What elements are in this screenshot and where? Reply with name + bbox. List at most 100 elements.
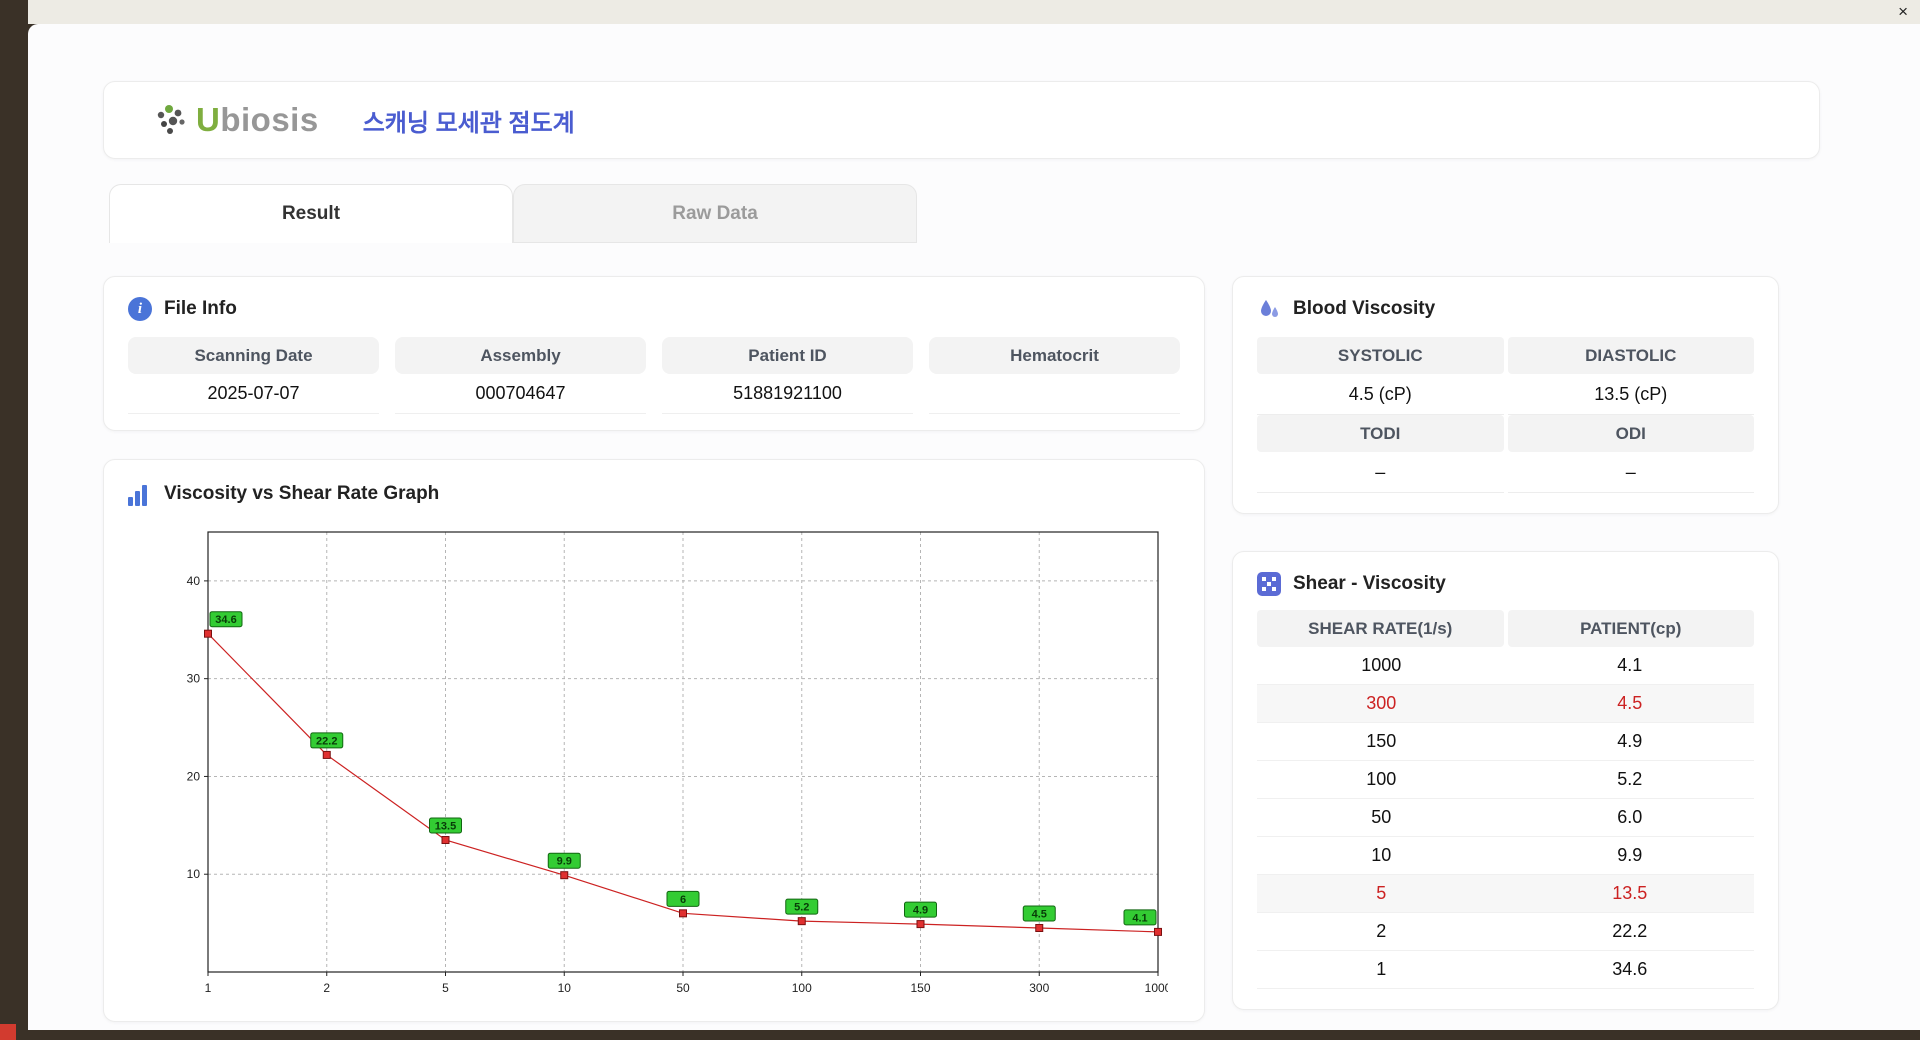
- logo-u: U: [196, 101, 221, 138]
- bv-label: ODI: [1507, 415, 1754, 452]
- bv-value: 4.5 (cP): [1257, 374, 1504, 415]
- svg-text:34.6: 34.6: [215, 614, 236, 626]
- svg-text:1: 1: [205, 981, 212, 995]
- svg-text:4.5: 4.5: [1032, 909, 1047, 921]
- shear-viscosity-card: Shear - Viscosity SHEAR RATE(1/s) PATIEN…: [1232, 551, 1779, 1010]
- bv-label: DIASTOLIC: [1507, 337, 1754, 374]
- svg-text:10: 10: [558, 981, 572, 995]
- bv-label: SYSTOLIC: [1257, 337, 1504, 374]
- cell-shear-rate: 1: [1257, 951, 1506, 989]
- graph-title: Viscosity vs Shear Rate Graph: [164, 483, 440, 504]
- file-info-title: File Info: [164, 298, 237, 319]
- field-label: Assembly: [395, 337, 646, 374]
- svg-text:40: 40: [187, 574, 201, 588]
- svg-text:2: 2: [323, 981, 330, 995]
- graph-card: Viscosity vs Shear Rate Graph 10 20 30 40 1 2…: [103, 459, 1205, 1022]
- svg-text:30: 30: [187, 672, 201, 686]
- table-row: 2 22.2: [1257, 913, 1754, 951]
- viscosity-chart: 10 20 30 40 1 2 5 10 50 100 150 300 1000 34.6 22.2 13.5…: [128, 520, 1180, 1017]
- table-row: 1000 4.1: [1257, 647, 1754, 685]
- main-panel: Ubiosis 스캐닝 모세관 점도계 Result Raw Data i Fi…: [28, 24, 1920, 1030]
- cell-patient: 22.2: [1505, 913, 1754, 951]
- table-row: 100 5.2: [1257, 761, 1754, 799]
- cell-patient: 4.9: [1505, 723, 1754, 761]
- svg-text:9.9: 9.9: [557, 856, 572, 868]
- table-header-row: SHEAR RATE(1/s) PATIENT(cp): [1257, 610, 1754, 647]
- file-info-field: Scanning Date 2025-07-07: [128, 337, 379, 414]
- cell-patient: 4.1: [1505, 647, 1754, 685]
- svg-text:6: 6: [680, 894, 686, 906]
- table-row: 150 4.9: [1257, 723, 1754, 761]
- svg-text:10: 10: [187, 867, 201, 881]
- droplet-icon: [1261, 300, 1278, 317]
- column-header-shear-rate: SHEAR RATE(1/s): [1257, 610, 1504, 647]
- bv-value-row: – –: [1257, 452, 1754, 493]
- field-value: 000704647: [395, 374, 646, 414]
- svg-text:4.9: 4.9: [913, 905, 928, 917]
- table-body: 1000 4.1 300 4.5 150 4.9 100 5.2 50 6.0 10 9.9 5 13.5…: [1257, 647, 1754, 989]
- cell-shear-rate: 5: [1257, 875, 1506, 913]
- tab-bar: Result Raw Data: [109, 184, 1820, 243]
- field-label: Patient ID: [662, 337, 913, 374]
- bv-value-row: 4.5 (cP) 13.5 (cP): [1257, 374, 1754, 415]
- field-label: Hematocrit: [929, 337, 1180, 374]
- cell-shear-rate: 100: [1257, 761, 1506, 799]
- corner-indicator: [0, 1024, 16, 1040]
- blood-viscosity-title: Blood Viscosity: [1293, 298, 1436, 319]
- svg-text:100: 100: [792, 981, 812, 995]
- svg-text:1000: 1000: [1145, 981, 1168, 995]
- cell-shear-rate: 300: [1257, 685, 1506, 723]
- svg-text:22.2: 22.2: [316, 735, 337, 747]
- file-info-fields: Scanning Date 2025-07-07 Assembly 000704647…: [128, 337, 1180, 414]
- ubiosis-logo: Ubiosis: [152, 101, 319, 139]
- bv-value: 13.5 (cP): [1507, 374, 1754, 415]
- column-header-patient: PATIENT(cp): [1507, 610, 1754, 647]
- table-row: 300 4.5: [1257, 685, 1754, 723]
- field-label: Scanning Date: [128, 337, 379, 374]
- info-icon: i: [128, 297, 152, 321]
- svg-text:13.5: 13.5: [435, 821, 456, 833]
- cell-shear-rate: 2: [1257, 913, 1506, 951]
- cell-patient: 13.5: [1505, 875, 1754, 913]
- tab-result[interactable]: Result: [109, 184, 513, 243]
- tab-raw-data[interactable]: Raw Data: [513, 184, 917, 243]
- viscosity-shear-chart: 10 20 30 40 1 2 5 10 50 100 150 300 1000 34.6 22.2 13.5…: [187, 531, 1172, 995]
- table-row: 5 13.5: [1257, 875, 1754, 913]
- cell-patient: 4.5: [1505, 685, 1754, 723]
- shear-viscosity-table: SHEAR RATE(1/s) PATIENT(cp) 1000 4.1 300 4.…: [1257, 610, 1754, 989]
- svg-text:150: 150: [910, 981, 930, 995]
- svg-text:20: 20: [187, 769, 201, 783]
- cell-patient: 34.6: [1505, 951, 1754, 989]
- field-value: 2025-07-07: [128, 374, 379, 414]
- bv-value: –: [1257, 452, 1504, 493]
- logo-text: Ubiosis: [196, 101, 319, 139]
- cell-shear-rate: 10: [1257, 837, 1506, 875]
- calculator-icon: [1257, 572, 1281, 596]
- bv-label-row: SYSTOLIC DIASTOLIC: [1257, 337, 1754, 374]
- file-info-field: Hematocrit: [929, 337, 1180, 414]
- svg-text:5.2: 5.2: [794, 902, 809, 914]
- file-info-field: Assembly 000704647: [395, 337, 646, 414]
- bar-chart-icon: [128, 482, 152, 506]
- cell-shear-rate: 1000: [1257, 647, 1506, 685]
- cell-shear-rate: 50: [1257, 799, 1506, 837]
- file-info-field: Patient ID 51881921100: [662, 337, 913, 414]
- table-row: 1 34.6: [1257, 951, 1754, 989]
- table-row: 50 6.0: [1257, 799, 1754, 837]
- cell-shear-rate: 150: [1257, 723, 1506, 761]
- cell-patient: 6.0: [1505, 799, 1754, 837]
- svg-text:5: 5: [442, 981, 449, 995]
- svg-text:4.1: 4.1: [1132, 912, 1147, 924]
- file-info-card: i File Info Scanning Date 2025-07-07 Assem…: [103, 276, 1205, 431]
- blood-viscosity-card: Blood Viscosity SYSTOLIC DIASTOLIC 4.5 (cP…: [1232, 276, 1779, 514]
- blood-viscosity-grid: SYSTOLIC DIASTOLIC 4.5 (cP) 13.5 (cP) TODI OD…: [1257, 337, 1754, 493]
- page-title: 스캐닝 모세관 점도계: [362, 109, 575, 137]
- cell-patient: 9.9: [1505, 837, 1754, 875]
- close-button[interactable]: ×: [1886, 0, 1920, 24]
- app-header: Ubiosis 스캐닝 모세관 점도계: [103, 81, 1820, 159]
- bv-label-row: TODI ODI: [1257, 415, 1754, 452]
- shear-viscosity-title: Shear - Viscosity: [1293, 573, 1446, 594]
- table-row: 10 9.9: [1257, 837, 1754, 875]
- field-value: 51881921100: [662, 374, 913, 414]
- bv-label: TODI: [1257, 415, 1504, 452]
